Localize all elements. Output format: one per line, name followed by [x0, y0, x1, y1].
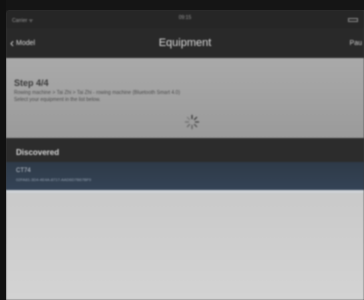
- activity-spinner-icon: [184, 114, 200, 130]
- step-section: Step 4/4 Rowing machine > Tai Zhi > Tai …: [6, 58, 364, 138]
- photo-bezel-top: [0, 0, 364, 10]
- step-instruction: Select your equipment in the list below.: [14, 97, 101, 103]
- status-time: 09:15: [178, 15, 192, 21]
- status-bar: Carrier ᯤ 09:15: [6, 10, 364, 28]
- discovered-label: Discovered: [16, 148, 60, 157]
- step-title: Step 4/4: [14, 78, 49, 88]
- tablet-screen: Carrier ᯤ 09:15 ‹ Model Equipment Pau St…: [6, 10, 364, 300]
- discovered-section-header: Discovered: [6, 138, 364, 162]
- list-item[interactable]: CT74 02FA81-3D4-4E4A-8717-AAD6D7B67BF9: [6, 162, 364, 190]
- navigation-bar: ‹ Model Equipment Pau: [6, 28, 364, 58]
- page-title: Equipment: [158, 37, 212, 49]
- list-empty-area: [6, 193, 364, 300]
- pause-button[interactable]: Pau: [350, 40, 362, 47]
- equipment-path: Rowing machine > Tai Zhi > Tai Zhi - row…: [14, 90, 181, 96]
- device-name: CT74: [16, 168, 31, 174]
- tablet-device: Carrier ᯤ 09:15 ‹ Model Equipment Pau St…: [6, 10, 364, 300]
- device-identifier: 02FA81-3D4-4E4A-8717-AAD6D7B67BF9: [16, 177, 92, 182]
- battery-icon: [348, 18, 358, 22]
